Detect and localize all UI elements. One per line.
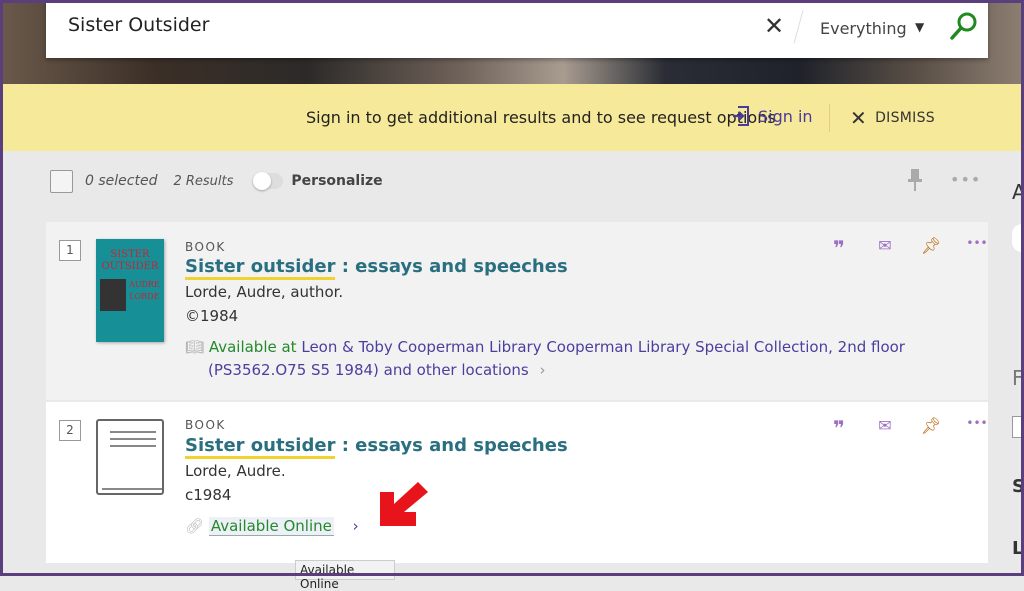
title-rest: : essays and speeches (335, 435, 568, 456)
location: Leon & Toby Cooperman Library Cooperman … (301, 338, 905, 356)
results-count: 2 Results (173, 173, 234, 189)
cover-text: LORDE (129, 292, 160, 301)
select-all-checkbox[interactable] (50, 169, 73, 193)
sidebar-heading-partial: F (1012, 366, 1024, 390)
sign-in-button[interactable]: Sign in (732, 105, 813, 127)
title-rest: : essays and speeches (335, 256, 568, 277)
search-icon[interactable] (948, 10, 980, 46)
more-options-icon[interactable]: ••• (954, 416, 1000, 440)
sidebar-checkbox[interactable] (1012, 416, 1024, 438)
sidebar-heading-partial: L (1012, 538, 1024, 559)
resource-type: BOOK (185, 240, 226, 254)
citation-icon[interactable]: ❞ (816, 416, 862, 440)
signin-banner: Sign in to get additional results and to… (0, 84, 1024, 151)
results-toolbar: 0 selected 2 Results Personalize (50, 168, 383, 194)
result-item: 2 BOOK Sister outsider : essays and spee… (46, 402, 988, 563)
search-bar: Sister Outsider ✕ Everything ▼ (46, 0, 988, 58)
dismiss-label: DISMISS (875, 110, 935, 126)
available-online-link[interactable]: 🔗︎ Available Online › (185, 515, 359, 538)
personalize-label: Personalize (291, 173, 383, 189)
result-title-link[interactable]: Sister outsider : essays and speeches (185, 435, 568, 459)
search-input[interactable]: Sister Outsider (68, 14, 209, 36)
more-options-icon[interactable]: ••• (950, 170, 981, 189)
availability-link[interactable]: 📖︎ Available at Leon & Toby Cooperman Li… (185, 336, 905, 382)
result-title-link[interactable]: Sister outsider : essays and speeches (185, 256, 568, 280)
pin-icon[interactable] (906, 168, 924, 196)
tooltip: Available Online (295, 560, 395, 591)
date: ©1984 (185, 307, 239, 325)
email-icon[interactable]: ✉︎ (862, 416, 908, 440)
result-number: 2 (59, 420, 81, 441)
sidebar-heading-partial: S (1012, 476, 1024, 497)
citation-icon[interactable]: ❞ (816, 236, 862, 260)
availability-status: Available Online (208, 517, 334, 536)
result-item: 1 SISTER OUTSIDER AUDRE LORDE BOOK Sister… (46, 222, 988, 400)
close-icon: ✕ (850, 106, 868, 130)
book-placeholder-icon[interactable] (96, 419, 164, 495)
result-actions: ❞ ✉︎ 📌︎ ••• (816, 236, 1000, 260)
chevron-right-icon: › (352, 517, 359, 535)
email-icon[interactable]: ✉︎ (862, 236, 908, 260)
chevron-right-icon: › (539, 361, 546, 379)
book-icon: 📖︎ (185, 338, 205, 356)
author: Lorde, Audre, author. (185, 283, 344, 301)
red-arrow-annotation (380, 482, 428, 526)
call-number: (PS3562.O75 S5 1984) and other locations (208, 361, 529, 379)
scope-select[interactable]: Everything (820, 19, 907, 38)
selected-count: 0 selected (85, 173, 158, 189)
sign-in-icon (733, 106, 749, 126)
sidebar-control[interactable] (1012, 224, 1024, 252)
cover-text: SISTER (110, 249, 150, 260)
banner-message: Sign in to get additional results and to… (306, 108, 776, 127)
personalize-toggle[interactable] (253, 172, 284, 190)
clear-search-icon[interactable]: ✕ (764, 12, 784, 40)
more-options-icon[interactable]: ••• (954, 236, 1000, 260)
chevron-down-icon[interactable]: ▼ (915, 20, 924, 34)
divider (829, 104, 830, 132)
cover-text: AUDRE (129, 280, 160, 289)
result-number: 1 (59, 240, 81, 261)
result-actions: ❞ ✉︎ 📌︎ ••• (816, 416, 1000, 440)
dismiss-button[interactable]: ✕ DISMISS (850, 106, 935, 130)
pin-icon[interactable]: 📌︎ (908, 236, 954, 260)
pin-icon[interactable]: 📌︎ (908, 416, 954, 440)
sign-in-label: Sign in (758, 106, 813, 126)
title-highlight: Sister outsider (185, 256, 336, 280)
sidebar-heading-partial: A (1012, 180, 1024, 204)
book-cover[interactable]: SISTER OUTSIDER AUDRE LORDE (96, 239, 164, 342)
resource-type: BOOK (185, 418, 226, 432)
link-icon: 🔗︎ (185, 517, 205, 535)
author: Lorde, Audre. (185, 462, 286, 480)
divider (793, 10, 804, 44)
availability-status: Available at (208, 338, 297, 356)
cover-text: OUTSIDER (101, 261, 159, 272)
author-photo (100, 279, 126, 311)
title-highlight: Sister outsider (185, 435, 336, 459)
date: c1984 (185, 486, 232, 504)
